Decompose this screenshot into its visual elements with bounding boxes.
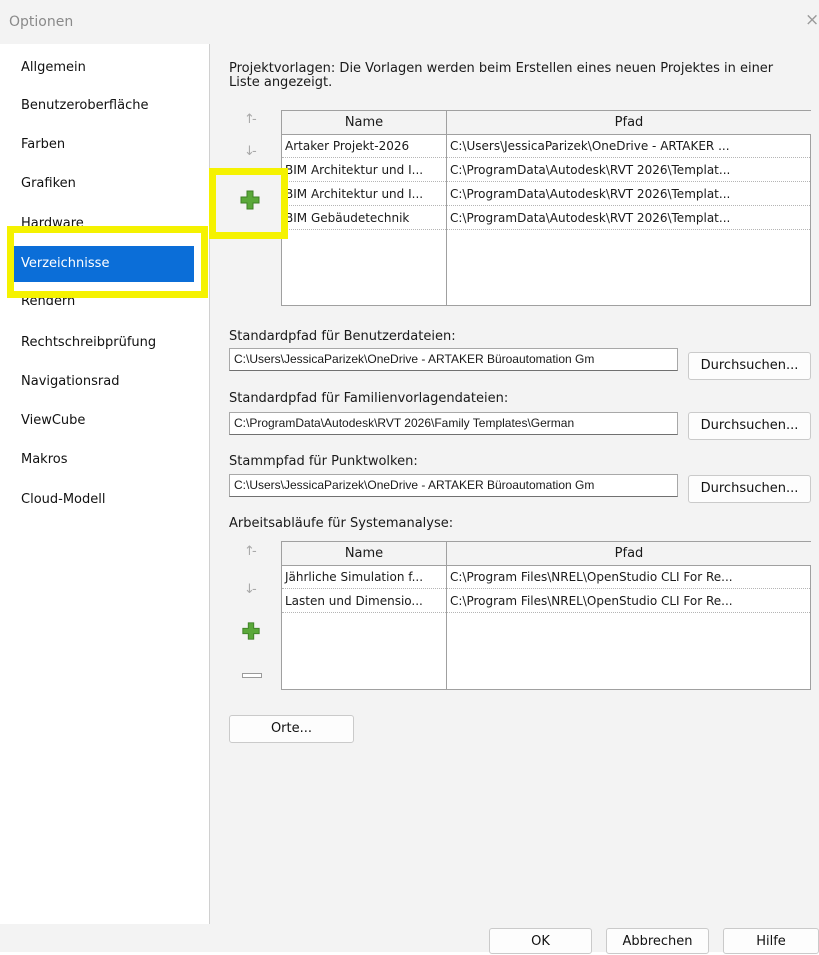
table-row-path[interactable]: C:\Program Files\NREL\OpenStudio CLI For… <box>447 590 810 613</box>
table-row-path[interactable]: C:\Program Files\NREL\OpenStudio CLI For… <box>447 566 810 589</box>
table-row-name[interactable]: BIM Architektur und I... <box>282 159 446 182</box>
sidebar-item-rechtschreibpruefung[interactable]: Rechtschreibprüfung <box>0 325 209 361</box>
project-templates-description: Projektvorlagen: Die Vorlagen werden bei… <box>229 61 774 90</box>
sidebar-item-benutzeroberflaeche[interactable]: Benutzeroberfläche <box>0 88 209 124</box>
remove-workflow-icon[interactable] <box>242 665 262 685</box>
user-files-label: Standardpfad für Benutzerdateien: <box>229 329 456 344</box>
column-header-name[interactable]: Name <box>282 542 446 566</box>
table-row-path[interactable]: C:\ProgramData\Autodesk\RVT 2026\Templat… <box>447 207 810 230</box>
family-templates-label: Standardpfad für Familienvorlagendateien… <box>229 391 509 406</box>
help-button[interactable]: Hilfe <box>723 928 819 954</box>
add-workflow-icon[interactable] <box>241 621 261 641</box>
user-files-path-field[interactable]: C:\Users\JessicaParizek\OneDrive - ARTAK… <box>229 348 678 371</box>
table-row-path[interactable]: C:\Users\JessicaParizek\OneDrive - ARTAK… <box>447 135 810 158</box>
browse-point-clouds-button[interactable]: Durchsuchen... <box>688 475 811 503</box>
close-icon[interactable]: × <box>805 12 819 29</box>
table-row-name[interactable]: BIM Gebäudetechnik <box>282 207 446 230</box>
sidebar: Allgemein Benutzeroberfläche Farben Graf… <box>0 44 210 924</box>
content-pane: Projektvorlagen: Die Vorlagen werden bei… <box>210 44 819 924</box>
dialog-footer: OK Abbrechen Hilfe <box>0 924 819 954</box>
workflows-table: Name Pfad Jährliche Simulation f... C:\P… <box>281 541 811 690</box>
sidebar-item-grafiken[interactable]: Grafiken <box>0 166 209 202</box>
add-template-icon[interactable] <box>239 189 261 211</box>
sidebar-item-hardware[interactable]: Hardware <box>0 206 209 242</box>
move-up-icon[interactable]: ↑ - <box>242 544 262 564</box>
sidebar-item-navigationsrad[interactable]: Navigationsrad <box>0 364 209 400</box>
move-down-icon[interactable]: ↓ - <box>242 582 262 602</box>
table-row-path[interactable]: C:\ProgramData\Autodesk\RVT 2026\Templat… <box>447 183 810 206</box>
cancel-button[interactable]: Abbrechen <box>606 928 709 954</box>
column-header-name[interactable]: Name <box>282 111 446 135</box>
column-header-pfad[interactable]: Pfad <box>446 542 811 566</box>
table-row-name[interactable]: BIM Architektur und I... <box>282 183 446 206</box>
table-row-name[interactable]: Jährliche Simulation f... <box>282 566 446 589</box>
window-title: Optionen <box>9 14 74 30</box>
sidebar-item-cloud-modell[interactable]: Cloud-Modell <box>0 482 209 518</box>
sidebar-item-farben[interactable]: Farben <box>0 127 209 163</box>
move-down-icon[interactable]: ↓ - <box>242 144 262 164</box>
table-row-name[interactable]: Lasten und Dimensio... <box>282 590 446 613</box>
sidebar-item-verzeichnisse[interactable]: Verzeichnisse <box>14 246 194 282</box>
family-templates-path-field[interactable]: C:\ProgramData\Autodesk\RVT 2026\Family … <box>229 412 678 435</box>
sidebar-item-rendern[interactable]: Rendern <box>0 284 209 320</box>
sidebar-item-viewcube[interactable]: ViewCube <box>0 403 209 439</box>
sidebar-item-allgemein[interactable]: Allgemein <box>0 50 209 86</box>
project-templates-table: Name Pfad Artaker Projekt-2026 C:\Users\… <box>281 110 811 306</box>
places-button[interactable]: Orte... <box>229 715 354 743</box>
workflows-label: Arbeitsabläufe für Systemanalyse: <box>229 516 454 531</box>
table-row-path[interactable]: C:\ProgramData\Autodesk\RVT 2026\Templat… <box>447 159 810 182</box>
point-clouds-path-field[interactable]: C:\Users\JessicaParizek\OneDrive - ARTAK… <box>229 474 678 497</box>
move-up-icon[interactable]: ↑ - <box>242 112 262 132</box>
point-clouds-label: Stammpfad für Punktwolken: <box>229 454 418 469</box>
sidebar-item-makros[interactable]: Makros <box>0 442 209 478</box>
column-header-pfad[interactable]: Pfad <box>446 111 811 135</box>
browse-user-files-button[interactable]: Durchsuchen... <box>688 352 811 380</box>
ok-button[interactable]: OK <box>489 928 592 954</box>
browse-family-templates-button[interactable]: Durchsuchen... <box>688 412 811 440</box>
remove-template-icon[interactable] <box>242 225 262 245</box>
title-bar: Optionen × <box>0 0 819 44</box>
table-row-name[interactable]: Artaker Projekt-2026 <box>282 135 446 158</box>
